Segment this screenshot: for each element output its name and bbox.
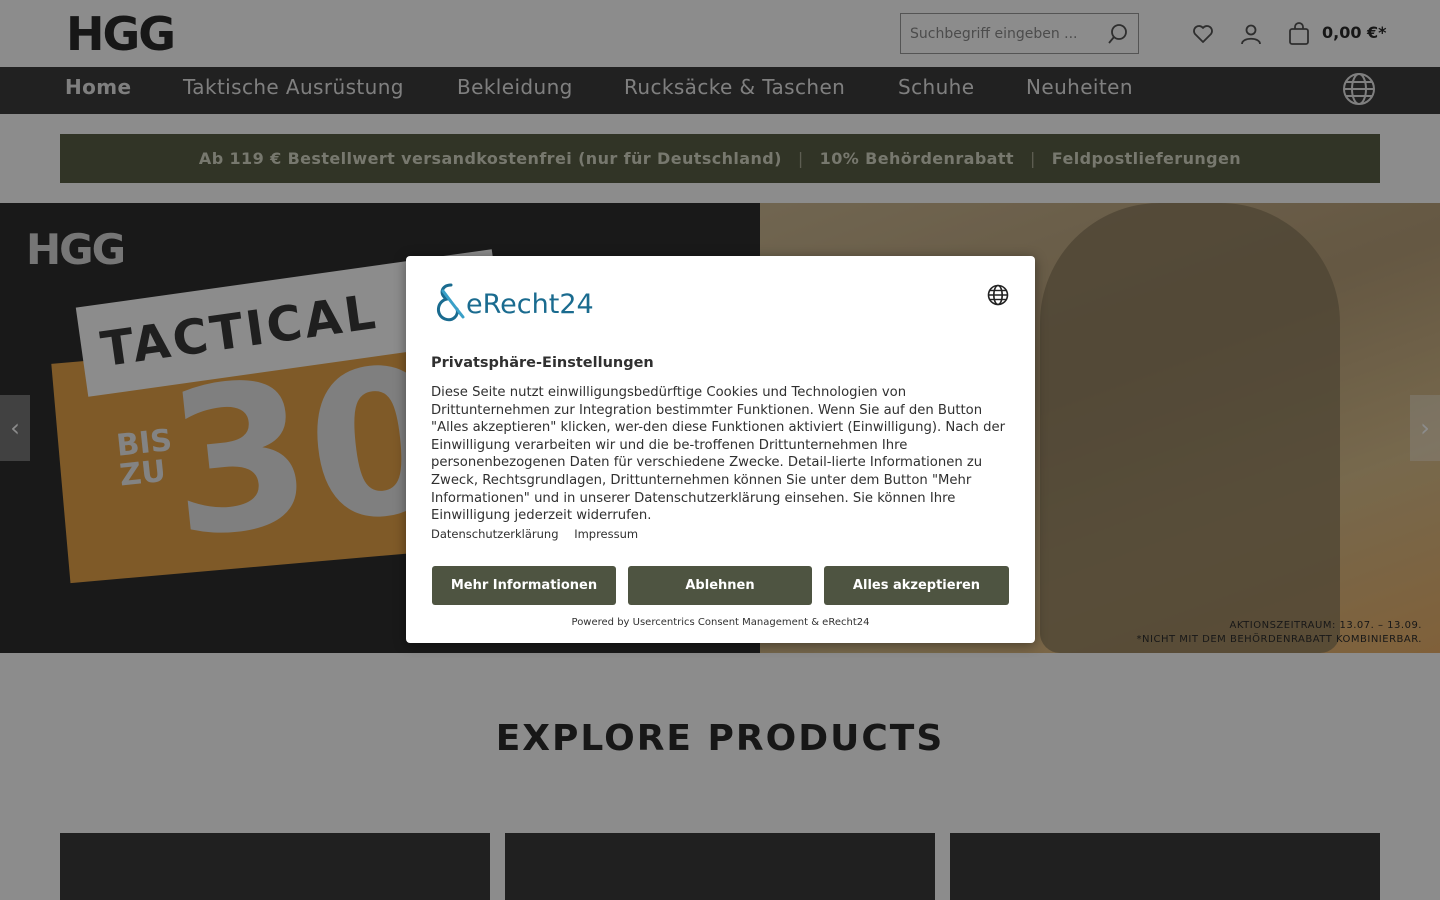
erecht24-mark-icon [437,283,465,322]
consent-body: Diese Seite nutzt einwilligungsbedürftig… [431,385,1005,524]
consent-links: Datenschutzerklärung Impressum [431,527,650,541]
decline-button[interactable]: Ablehnen [628,566,812,605]
erecht24-brand: eRecht24 [466,289,594,320]
language-globe-icon[interactable] [987,284,1009,306]
privacy-policy-link[interactable]: Datenschutzerklärung [431,527,559,541]
erecht24-logo: eRecht24 [431,281,601,323]
powered-by-text: Powered by Usercentrics Consent Manageme… [571,617,870,628]
accept-all-button[interactable]: Alles akzeptieren [824,566,1009,605]
consent-title: Privatsphäre-Einstellungen [431,355,654,371]
consent-dialog: eRecht24 Privatsphäre-Einstellungen Dies… [406,256,1035,643]
more-info-button[interactable]: Mehr Informationen [432,566,616,605]
imprint-link[interactable]: Impressum [574,527,638,541]
